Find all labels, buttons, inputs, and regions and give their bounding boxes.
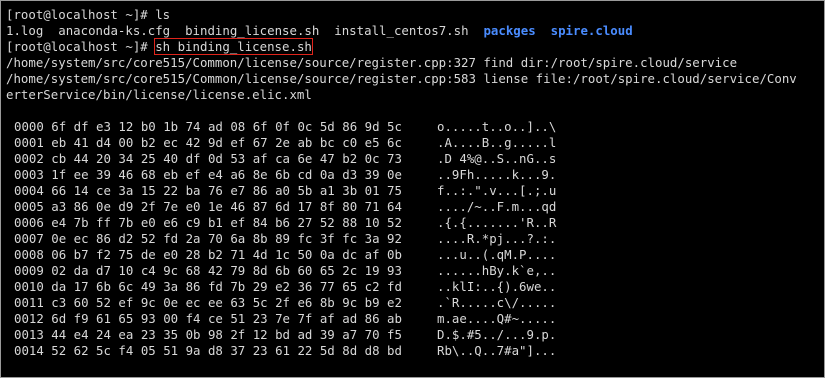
hex-row: 0009 02 da d7 10 c4 9c 68 42 79 8d 6b 60… bbox=[14, 263, 402, 278]
file-item: install_centos7.sh bbox=[334, 23, 469, 38]
ascii-row: .`R.....c\/..... bbox=[437, 295, 557, 310]
hex-row: 0011 c3 60 52 ef 9c 0e ec ee 63 5c 2f e6… bbox=[14, 295, 402, 310]
ascii-row: m.ae....Q#~..... bbox=[437, 311, 557, 326]
ls-output: 1.log anaconda-ks.cfg binding_license.sh… bbox=[6, 23, 633, 39]
hex-row: 0001 eb 41 d4 00 b2 ec 42 9d ef 67 2e ab… bbox=[14, 135, 402, 150]
ascii-row: f..:.".v...[.;.u bbox=[437, 183, 557, 198]
ascii-row: o.....t..o..]..\ bbox=[437, 119, 557, 134]
ascii-row: .D 4%@..S..nG..s bbox=[437, 151, 557, 166]
hex-row: 0008 06 b7 f2 75 de e0 28 b2 71 4d 1c 50… bbox=[14, 247, 402, 262]
hex-row: 0002 cb 44 20 34 25 40 df 0d 53 af ca 6e… bbox=[14, 151, 402, 166]
output-line: /home/system/src/core515/Common/license/… bbox=[6, 71, 797, 86]
dir-item: packges bbox=[483, 23, 536, 38]
hex-row: 0005 a3 86 0e d9 2f 7e e0 1e 46 87 6d 17… bbox=[14, 199, 402, 214]
hex-row: 0012 6d f9 61 65 93 00 f4 ce 51 23 7e 7f… bbox=[14, 311, 402, 326]
ascii-row: ...u..(.qM.P.... bbox=[437, 247, 557, 262]
output-line: /home/system/src/core515/Common/license/… bbox=[6, 55, 738, 70]
hex-row: 0004 66 14 ce 3a 15 22 ba 76 e7 86 a0 5b… bbox=[14, 183, 402, 198]
ascii-row: .{.{.......'R..R bbox=[437, 215, 557, 230]
hex-row: 0010 da 17 6b 6c 49 3a 86 fd 7b 29 e2 36… bbox=[14, 279, 402, 294]
ascii-row: ..9Fh.....k...9. bbox=[437, 167, 557, 182]
ascii-row: Rb\..Q..7#a"]... bbox=[437, 343, 557, 358]
file-item: binding_license.sh bbox=[185, 23, 320, 38]
prompt: [root@localhost ~]# bbox=[6, 7, 156, 22]
file-item: anaconda-ks.cfg bbox=[58, 23, 171, 38]
hex-row: 0013 44 e4 24 ea 23 35 0b 98 2f 12 bd ad… bbox=[14, 327, 402, 342]
ascii-row: ....R.*pj...?.:. bbox=[437, 231, 557, 246]
ascii-row: .A....B..g.....l bbox=[437, 135, 557, 150]
prompt: [root@localhost ~]# bbox=[6, 39, 156, 54]
ascii-row: ..klI:..{).6we.. bbox=[437, 279, 557, 294]
prompt-line-1: [root@localhost ~]# ls bbox=[6, 7, 170, 23]
file-item: 1.log bbox=[6, 23, 44, 38]
output-line: erterService/bin/license/license.elic.xm… bbox=[6, 87, 312, 102]
hex-row: 0007 0e ec 86 d2 52 fd 2a 70 6a 8b 89 fc… bbox=[14, 231, 402, 246]
highlighted-command: sh binding_license.sh bbox=[154, 38, 313, 55]
hex-row: 0006 e4 7b ff 7b e0 e6 c9 b1 ef 84 b6 27… bbox=[14, 215, 402, 230]
ascii-row: ......hBy.k`e,.. bbox=[437, 263, 557, 278]
ascii-row: ..../~..F.m...qd bbox=[437, 199, 557, 214]
hex-row: 0000 6f df e3 12 b0 1b 74 ad 08 6f 0f 0c… bbox=[14, 119, 402, 134]
ascii-row: D.$.#5../...9.p. bbox=[437, 327, 557, 342]
command-ls: ls bbox=[155, 7, 171, 22]
hex-row: 0014 52 62 5c f4 05 51 9a d8 37 23 61 22… bbox=[14, 343, 402, 358]
prompt-line-2: [root@localhost ~]# sh binding_license.s… bbox=[6, 38, 313, 55]
hex-row: 0003 1f ee 39 46 68 eb ef e4 a6 8e 6b cd… bbox=[14, 167, 402, 182]
dir-item: spire.cloud bbox=[550, 23, 633, 38]
terminal-window[interactable]: [root@localhost ~]# ls 1.log anaconda-ks… bbox=[0, 0, 825, 378]
